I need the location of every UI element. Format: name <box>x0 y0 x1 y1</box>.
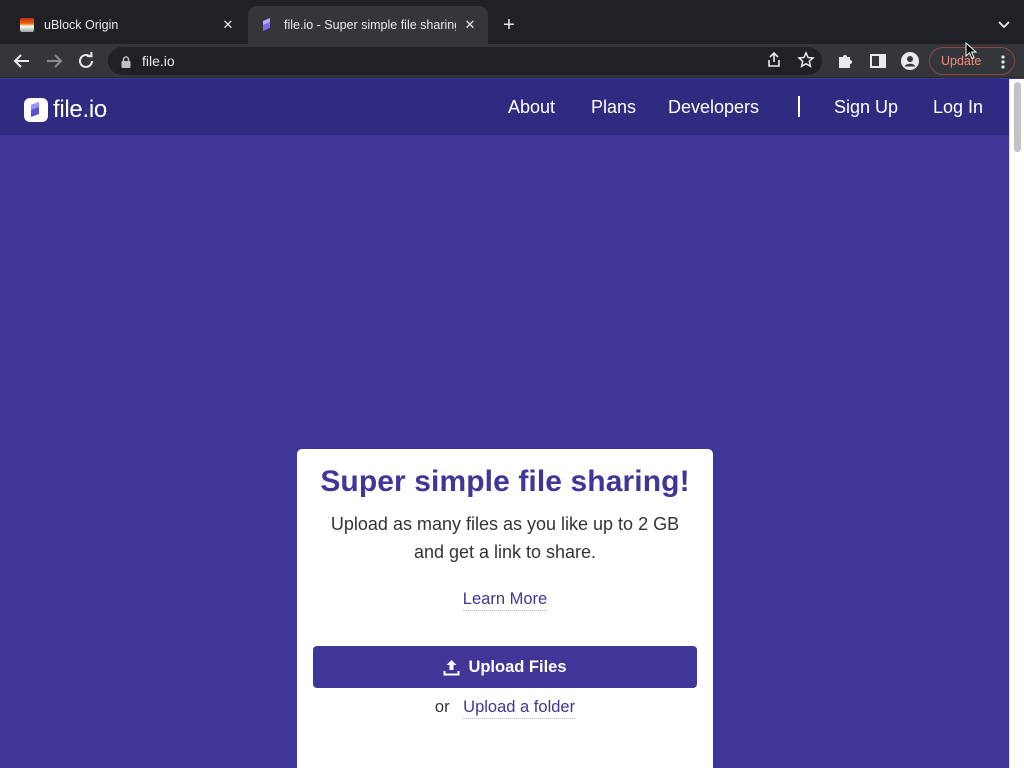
nav-sign-up[interactable]: Sign Up <box>834 79 898 135</box>
back-arrow-icon[interactable] <box>11 50 33 72</box>
file-io-logo-icon <box>24 98 48 122</box>
site-header: file.io About Plans Developers Sign Up L… <box>0 79 1009 135</box>
lock-icon[interactable] <box>120 55 132 68</box>
forward-arrow-icon[interactable] <box>43 50 65 72</box>
learn-more-link[interactable]: Learn More <box>462 590 548 611</box>
profile-avatar-icon[interactable] <box>900 51 920 71</box>
share-icon[interactable] <box>765 51 783 69</box>
side-panel-icon[interactable] <box>868 51 888 71</box>
close-tab-icon[interactable]: ✕ <box>462 17 478 33</box>
nav-sign-up-link[interactable]: Sign Up <box>834 97 898 118</box>
tab-search-chevron-down-icon[interactable] <box>996 16 1012 32</box>
browser-toolbar: file.io Update <box>0 44 1024 78</box>
file-io-favicon-icon <box>260 18 274 32</box>
nav-developers[interactable]: Developers <box>668 79 759 135</box>
nav-developers-link[interactable]: Developers <box>668 97 759 118</box>
upload-files-button[interactable]: Upload Files <box>313 646 697 688</box>
or-text: or <box>434 698 450 716</box>
upload-card: Super simple file sharing! Upload as man… <box>297 449 713 768</box>
browser-tab-strip: uBlock Origin ✕ file.io - Super simple f… <box>0 0 1024 44</box>
mouse-cursor-icon <box>965 41 979 60</box>
address-url: file.io <box>142 53 175 69</box>
new-tab-plus-icon[interactable]: + <box>498 14 520 36</box>
ublock-favicon-icon <box>20 18 34 32</box>
card-title: Super simple file sharing! <box>320 465 690 498</box>
upload-folder-link[interactable]: Upload a folder <box>463 698 576 719</box>
upload-files-label: Upload Files <box>468 657 567 676</box>
tab-title: file.io - Super simple file sharing! <box>284 18 456 32</box>
subtitle-line-1: Upload as many files as you like up to 2… <box>330 514 680 534</box>
nav-about-link[interactable]: About <box>508 97 555 118</box>
tab-ublock-origin[interactable]: uBlock Origin ✕ <box>0 6 246 44</box>
logo-wordmark: file.io <box>53 96 107 123</box>
extensions-puzzle-icon[interactable] <box>836 51 856 71</box>
nav-plans-link[interactable]: Plans <box>591 97 636 118</box>
tab-file-io[interactable]: file.io - Super simple file sharing! ✕ <box>248 6 488 44</box>
reload-icon[interactable] <box>75 50 97 72</box>
file-io-logo[interactable]: file.io <box>24 96 107 124</box>
subtitle-line-2: and get a link to share. <box>413 542 597 562</box>
kebab-menu-icon[interactable] <box>1001 55 1005 69</box>
nav-plans[interactable]: Plans <box>591 79 636 135</box>
nav-divider <box>798 96 800 117</box>
close-tab-icon[interactable]: ✕ <box>220 17 236 33</box>
address-bar[interactable]: file.io <box>108 47 822 75</box>
upload-folder-row: or Upload a folder <box>297 698 713 719</box>
upload-icon <box>443 659 460 675</box>
learn-more-row: Learn More <box>297 590 713 611</box>
tab-title: uBlock Origin <box>44 18 119 32</box>
nav-about[interactable]: About <box>508 79 555 135</box>
page-scrollbar[interactable] <box>1009 79 1024 768</box>
scrollbar-thumb[interactable] <box>1014 82 1021 152</box>
nav-log-in[interactable]: Log In <box>933 79 983 135</box>
bookmark-star-icon[interactable] <box>797 50 815 69</box>
card-subtitle: Upload as many files as you like up to 2… <box>307 510 703 566</box>
nav-log-in-link[interactable]: Log In <box>933 97 983 118</box>
